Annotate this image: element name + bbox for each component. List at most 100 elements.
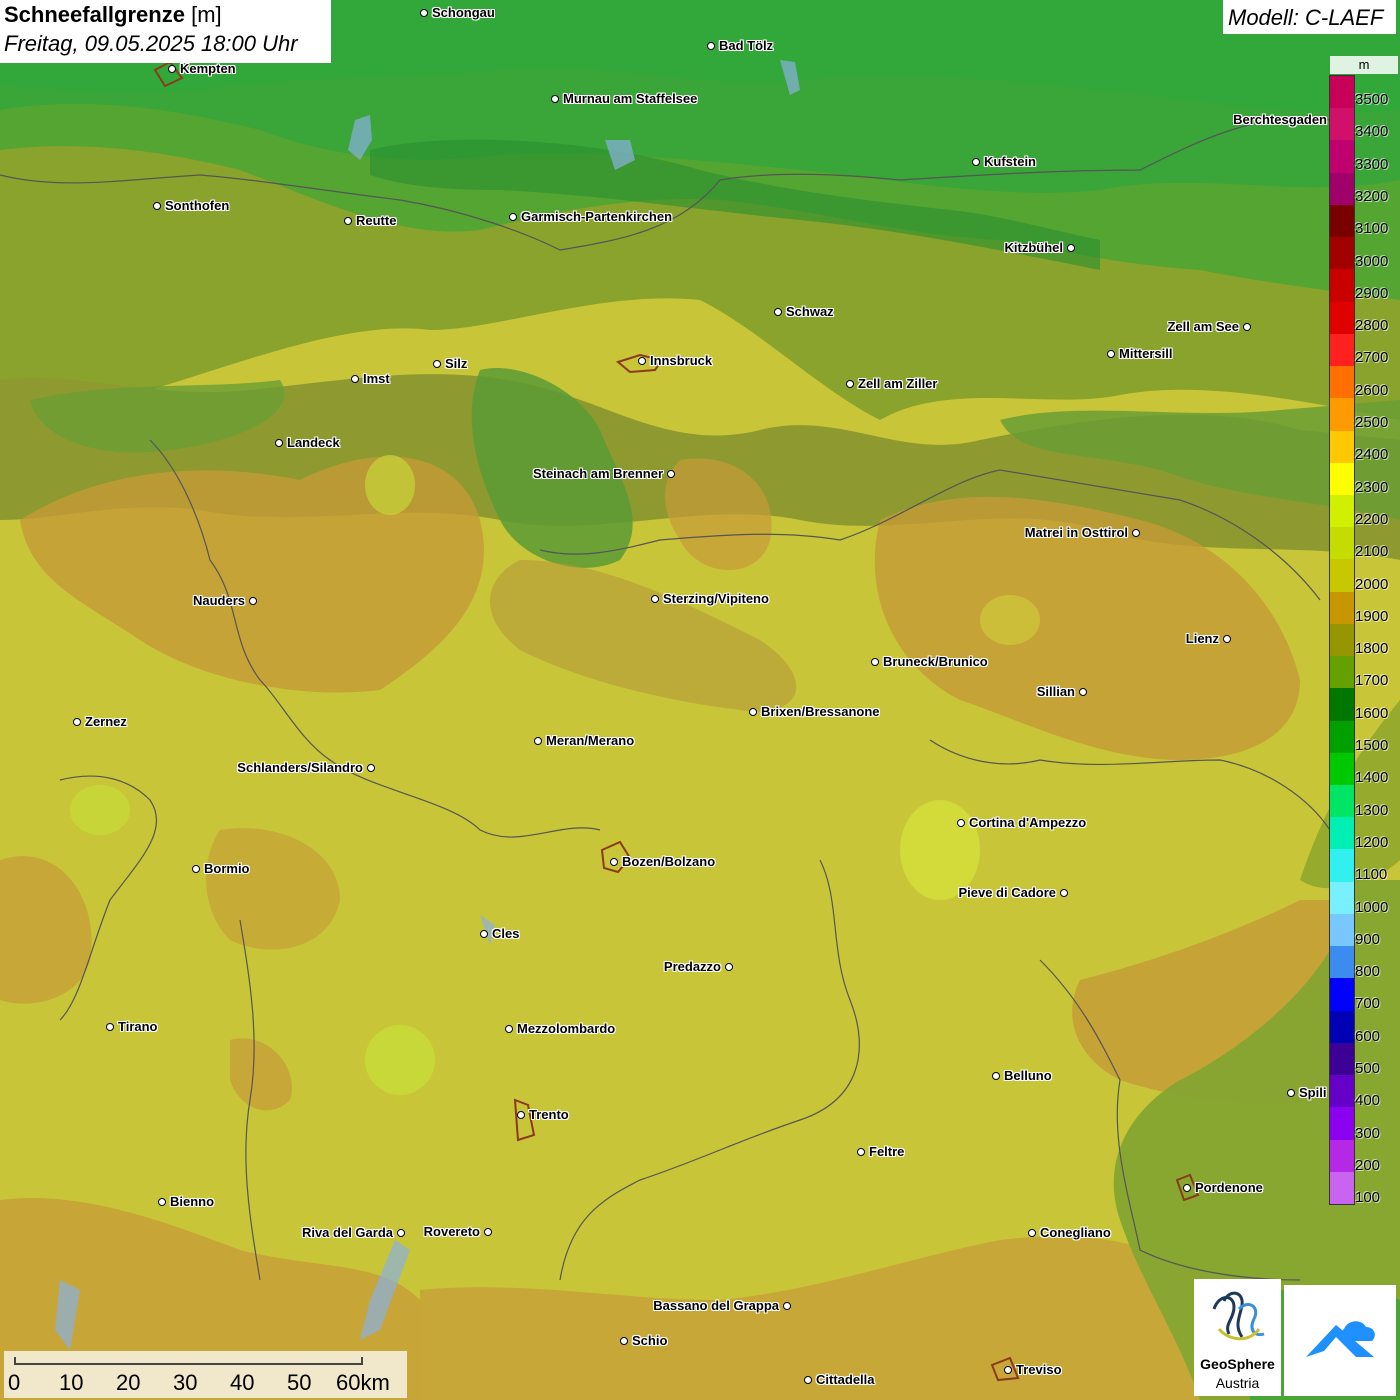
city-label: Rovereto [423, 1224, 480, 1239]
legend-swatch [1330, 172, 1354, 206]
legend-swatch [1330, 204, 1354, 238]
legend-swatch [1330, 591, 1354, 625]
city-dot-icon [651, 595, 659, 603]
legend-label: 1500 [1355, 737, 1389, 754]
map-title: Schneefallgrenze [m] [4, 2, 222, 28]
legend-label: 1100 [1355, 866, 1388, 884]
city-label: Bassano del Grappa [653, 1298, 779, 1313]
city-dot-icon [1223, 635, 1231, 643]
city-dot-icon [638, 357, 646, 365]
city-dot-icon [871, 658, 879, 666]
scale-label: 20 [116, 1370, 141, 1395]
city-dot-icon [610, 858, 618, 866]
legend-swatch [1330, 76, 1354, 109]
legend-swatch [1330, 1171, 1354, 1205]
legend-label: 3300 [1355, 155, 1389, 173]
legend-unit: m [1330, 56, 1398, 74]
city-label: Bozen/Bolzano [622, 854, 716, 869]
legend-label: 3000 [1355, 252, 1389, 270]
geosphere-wordmark: GeoSphere [1200, 1356, 1275, 1372]
legend-swatch [1330, 108, 1354, 141]
snowline-map: Schneefallgrenze [m] Freitag, 09.05.2025… [0, 0, 1400, 1400]
city-dot-icon [846, 380, 854, 388]
city-label: Landeck [287, 435, 340, 450]
city-dot-icon [1183, 1184, 1191, 1192]
legend-swatch [1330, 269, 1354, 303]
city-label: Trento [529, 1107, 569, 1122]
legend-label: 1300 [1355, 801, 1389, 819]
geosphere-sub-wordmark: Austria [1215, 1375, 1260, 1391]
legend-swatch [1330, 1075, 1354, 1108]
legend-swatch [1330, 1010, 1354, 1044]
legend-label: 1700 [1355, 672, 1389, 690]
mountain-cloud-icon [1306, 1321, 1375, 1357]
legend-label: 300 [1355, 1124, 1381, 1142]
city-label: Sillian [1036, 684, 1075, 699]
legend-swatch [1330, 688, 1354, 722]
legend-swatch [1330, 881, 1354, 915]
city-dot-icon [1243, 323, 1251, 331]
city-label: Spili [1299, 1085, 1327, 1100]
legend-swatch [1330, 849, 1354, 883]
legend-swatch [1330, 333, 1354, 367]
legend-label: 2500 [1355, 414, 1389, 431]
legend-swatch [1330, 527, 1354, 560]
city-dot-icon [1132, 529, 1140, 537]
legend-swatch [1330, 301, 1354, 335]
city-label: Schongau [432, 5, 495, 20]
city-label: Riva del Garda [301, 1225, 393, 1240]
city-label: Meran/Merano [546, 733, 635, 748]
legend-label: 1600 [1355, 704, 1389, 722]
city-label: Schio [632, 1333, 668, 1348]
city-label: Predazzo [663, 959, 721, 974]
city-label: Kempten [180, 61, 236, 76]
city-label: Kufstein [984, 154, 1036, 169]
city-label: Tirano [118, 1019, 158, 1034]
city-label: Zernez [85, 714, 127, 729]
city-label: Silz [445, 356, 468, 371]
city-label: Innsbruck [650, 353, 713, 368]
legend-label: 500 [1355, 1060, 1381, 1077]
parameter-name: Schneefallgrenze [4, 2, 185, 27]
city-dot-icon [957, 819, 965, 827]
city-label: Belluno [1004, 1068, 1052, 1083]
city-label: Mezzolombardo [517, 1021, 616, 1036]
legend-label: 2100 [1355, 543, 1389, 561]
city-dot-icon [168, 65, 176, 73]
scale-label: 40 [230, 1370, 255, 1395]
city-label: Sterzing/Vipiteno [663, 591, 769, 606]
city-dot-icon [1107, 350, 1115, 358]
legend-swatch [1330, 1042, 1354, 1076]
model-box: Modell: C-LAEF [1223, 0, 1396, 34]
legend-label: 1900 [1355, 607, 1389, 625]
city-label: Berchtesgaden [1233, 112, 1327, 127]
city-dot-icon [774, 308, 782, 316]
city-dot-icon [1028, 1229, 1036, 1237]
city-dot-icon [534, 737, 542, 745]
city-dot-icon [707, 42, 715, 50]
legend-swatch [1330, 1139, 1354, 1173]
city-label: Pordenone [1195, 1180, 1263, 1195]
legend-swatch [1330, 817, 1354, 850]
city-label: Kitzbühel [1004, 240, 1064, 255]
legend-swatch [1330, 462, 1354, 496]
color-legend [1329, 75, 1355, 1205]
city-dot-icon [749, 708, 757, 716]
city-dot-icon [725, 963, 733, 971]
city-label: Nauders [192, 593, 245, 608]
legend-label: 2300 [1355, 478, 1389, 496]
city-dot-icon [804, 1376, 812, 1384]
city-dot-icon [620, 1337, 628, 1345]
city-dot-icon [1287, 1089, 1295, 1097]
legend-swatch [1330, 494, 1354, 528]
city-label: Pieve di Cadore [958, 885, 1056, 900]
legend-swatch [1330, 978, 1354, 1012]
city-dot-icon [158, 1198, 166, 1206]
legend-swatch [1330, 946, 1354, 979]
legend-label: 3400 [1355, 123, 1389, 141]
scale-label: 30 [173, 1370, 198, 1395]
forecast-datetime: Freitag, 09.05.2025 18:00 Uhr [4, 31, 298, 56]
legend-label: 2800 [1355, 317, 1389, 335]
scale-bar: 0 10 20 30 40 50 60km [4, 1351, 407, 1398]
city-dot-icon [484, 1228, 492, 1236]
